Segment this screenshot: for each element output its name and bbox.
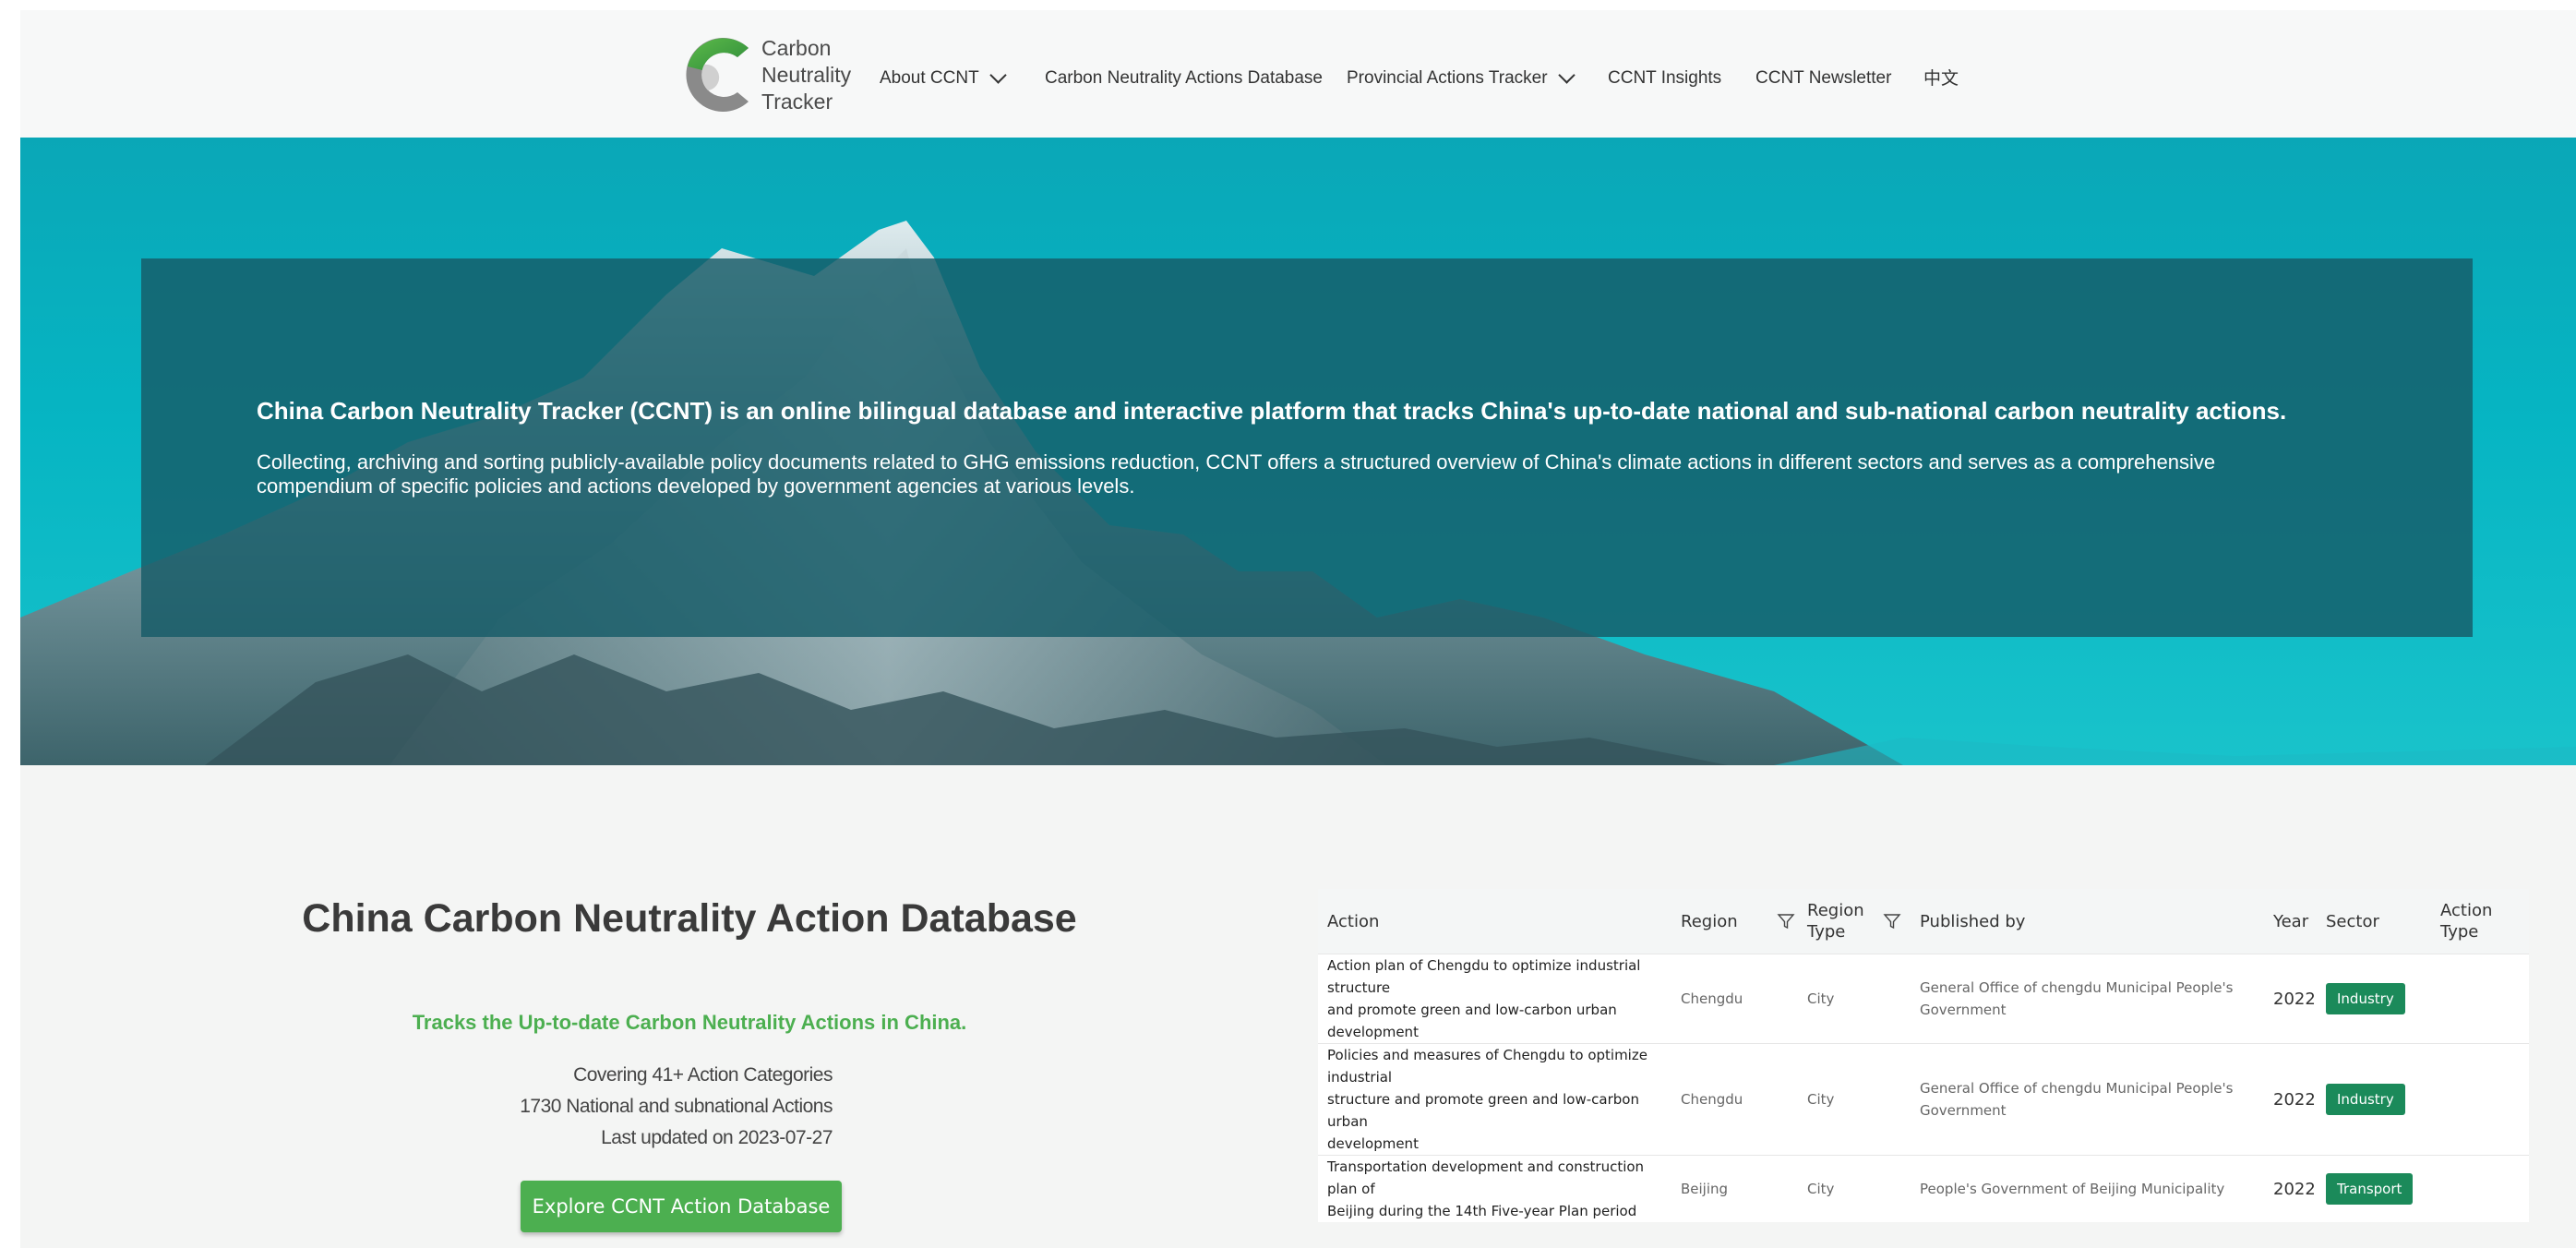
filter-icon[interactable] bbox=[1777, 912, 1795, 930]
action-text-line: and promote green and low-carbon urban d… bbox=[1327, 1002, 1617, 1040]
col-header-action-type-line2: Type bbox=[2440, 922, 2479, 942]
database-tagline: Tracks the Up-to-date Carbon Neutrality … bbox=[412, 1011, 967, 1034]
cell-sector: Transport bbox=[2326, 1155, 2440, 1222]
cell-region-type: City bbox=[1807, 954, 1920, 1044]
filter-icon[interactable] bbox=[1883, 912, 1901, 930]
published-text-line: General Office of chengdu Municipal Peop… bbox=[1920, 979, 2234, 996]
cell-action-type bbox=[2440, 1043, 2529, 1156]
table-row[interactable]: Transportation development and construct… bbox=[1318, 1155, 2529, 1222]
col-header-region-type[interactable]: Region Type bbox=[1807, 889, 1920, 954]
cell-action-type bbox=[2440, 1155, 2529, 1222]
chevron-down-icon bbox=[1557, 66, 1576, 84]
cell-action[interactable]: Action plan of Chengdu to optimize indus… bbox=[1318, 954, 1681, 1044]
stat-categories: Covering 41+ Action Categories bbox=[573, 1064, 833, 1086]
cell-year: 2022 bbox=[2273, 954, 2326, 1044]
published-text-line: People's Government of Beijing Municipal… bbox=[1920, 1181, 2225, 1197]
actions-table: Action Region Region Type Published by Y… bbox=[1318, 889, 2529, 1222]
col-header-sector[interactable]: Sector bbox=[2326, 889, 2440, 954]
action-text-line: Policies and measures of Chengdu to opti… bbox=[1327, 1047, 1647, 1086]
action-text-line: Beijing during the 14th Five-year Plan p… bbox=[1327, 1203, 1637, 1219]
nav-newsletter[interactable]: CCNT Newsletter bbox=[1755, 62, 1891, 95]
col-header-region-type-line2: Type bbox=[1807, 922, 1846, 942]
col-header-region[interactable]: Region bbox=[1681, 889, 1807, 954]
published-text-line: Government bbox=[1920, 1102, 2007, 1119]
nav-insights[interactable]: CCNT Insights bbox=[1608, 62, 1721, 95]
nav-newsletter-label: CCNT Newsletter bbox=[1755, 68, 1892, 88]
col-header-published-by[interactable]: Published by bbox=[1920, 889, 2273, 954]
year-value: 2022 bbox=[2273, 989, 2316, 1009]
chevron-down-icon bbox=[989, 66, 1007, 84]
nav-insights-label: CCNT Insights bbox=[1608, 68, 1722, 88]
action-text-line: Transportation development and construct… bbox=[1327, 1158, 1645, 1197]
col-header-sector-label: Sector bbox=[2326, 911, 2379, 931]
cell-action[interactable]: Transportation development and construct… bbox=[1318, 1155, 1681, 1222]
cell-action[interactable]: Policies and measures of Chengdu to opti… bbox=[1318, 1043, 1681, 1156]
sector-badge[interactable]: Transport bbox=[2326, 1173, 2414, 1205]
nav-database-label: Carbon Neutrality Actions Database bbox=[1045, 68, 1323, 88]
nav-about[interactable]: About CCNT bbox=[880, 62, 1007, 95]
nav-language-label: 中文 bbox=[1923, 68, 1959, 89]
database-stats: Covering 41+ Action Categories 1730 Nati… bbox=[436, 1060, 833, 1154]
page-frame: Carbon Neutrality Tracker About CCNT Car… bbox=[20, 10, 2576, 1248]
logo-line-1: Carbon bbox=[761, 35, 832, 60]
logo-line-2: Neutrality bbox=[761, 62, 852, 87]
action-text-line: Action plan of Chengdu to optimize indus… bbox=[1327, 957, 1641, 996]
nav-language-toggle[interactable]: 中文 bbox=[1923, 62, 1959, 95]
published-text-line: Government bbox=[1920, 1002, 2007, 1018]
col-header-year-label: Year bbox=[2273, 911, 2309, 931]
site-logo[interactable]: Carbon Neutrality Tracker bbox=[680, 29, 874, 121]
col-header-action-type[interactable]: Action Type bbox=[2440, 889, 2529, 954]
cell-action-type bbox=[2440, 954, 2529, 1044]
hero-banner: China Carbon Neutrality Tracker (CCNT) i… bbox=[20, 138, 2576, 765]
sector-badge[interactable]: Industry bbox=[2326, 983, 2405, 1014]
col-header-action[interactable]: Action bbox=[1318, 889, 1681, 954]
explore-database-button[interactable]: Explore CCNT Action Database bbox=[521, 1181, 842, 1232]
cell-year: 2022 bbox=[2273, 1043, 2326, 1156]
cell-region: Beijing bbox=[1681, 1155, 1807, 1222]
stat-actions: 1730 National and subnational Actions bbox=[520, 1096, 833, 1117]
col-header-published-label: Published by bbox=[1920, 911, 2026, 931]
cell-region-type: City bbox=[1807, 1043, 1920, 1156]
database-title: China Carbon Neutrality Action Database bbox=[302, 896, 1077, 941]
nav-database[interactable]: Carbon Neutrality Actions Database bbox=[1045, 62, 1323, 95]
table-row[interactable]: Policies and measures of Chengdu to opti… bbox=[1318, 1043, 2529, 1156]
cell-region-type: City bbox=[1807, 1155, 1920, 1222]
sector-badge[interactable]: Industry bbox=[2326, 1084, 2405, 1115]
col-header-action-type-line1: Action bbox=[2440, 901, 2493, 920]
nav-provincial-label: Provincial Actions Tracker bbox=[1347, 68, 1548, 88]
cell-year: 2022 bbox=[2273, 1155, 2326, 1222]
cell-region: Chengdu bbox=[1681, 954, 1807, 1044]
logo-wordmark: Carbon Neutrality Tracker bbox=[761, 35, 851, 115]
published-text-line: General Office of chengdu Municipal Peop… bbox=[1920, 1080, 2234, 1097]
cell-published-by: People's Government of Beijing Municipal… bbox=[1920, 1155, 2273, 1222]
table-header-row: Action Region Region Type Published by Y… bbox=[1318, 889, 2529, 954]
col-header-region-label: Region bbox=[1681, 911, 1738, 931]
ccnt-logo-icon bbox=[686, 38, 749, 113]
year-value: 2022 bbox=[2273, 1179, 2316, 1199]
hero-title: China Carbon Neutrality Tracker (CCNT) i… bbox=[257, 397, 2287, 425]
year-value: 2022 bbox=[2273, 1089, 2316, 1110]
table-row[interactable]: Action plan of Chengdu to optimize indus… bbox=[1318, 954, 2529, 1044]
hero-description: Collecting, archiving and sorting public… bbox=[257, 450, 2216, 498]
logo-line-3: Tracker bbox=[761, 89, 833, 114]
nav-about-label: About CCNT bbox=[880, 68, 979, 88]
site-header: Carbon Neutrality Tracker About CCNT Car… bbox=[20, 10, 2576, 138]
cell-region: Chengdu bbox=[1681, 1043, 1807, 1156]
col-header-year[interactable]: Year bbox=[2273, 889, 2326, 954]
action-text-line: structure and promote green and low-carb… bbox=[1327, 1091, 1639, 1130]
cell-published-by: General Office of chengdu Municipal Peop… bbox=[1920, 954, 2273, 1044]
col-header-action-label: Action bbox=[1327, 911, 1380, 931]
cell-sector: Industry bbox=[2326, 954, 2440, 1044]
stat-last-updated: Last updated on 2023-07-27 bbox=[601, 1127, 833, 1148]
col-header-region-type-line1: Region bbox=[1807, 901, 1864, 920]
nav-provincial[interactable]: Provincial Actions Tracker bbox=[1347, 62, 1576, 95]
cell-sector: Industry bbox=[2326, 1043, 2440, 1156]
hero-overlay-panel: China Carbon Neutrality Tracker (CCNT) i… bbox=[141, 258, 2473, 637]
cell-published-by: General Office of chengdu Municipal Peop… bbox=[1920, 1043, 2273, 1156]
action-text-line: development bbox=[1327, 1135, 1419, 1152]
